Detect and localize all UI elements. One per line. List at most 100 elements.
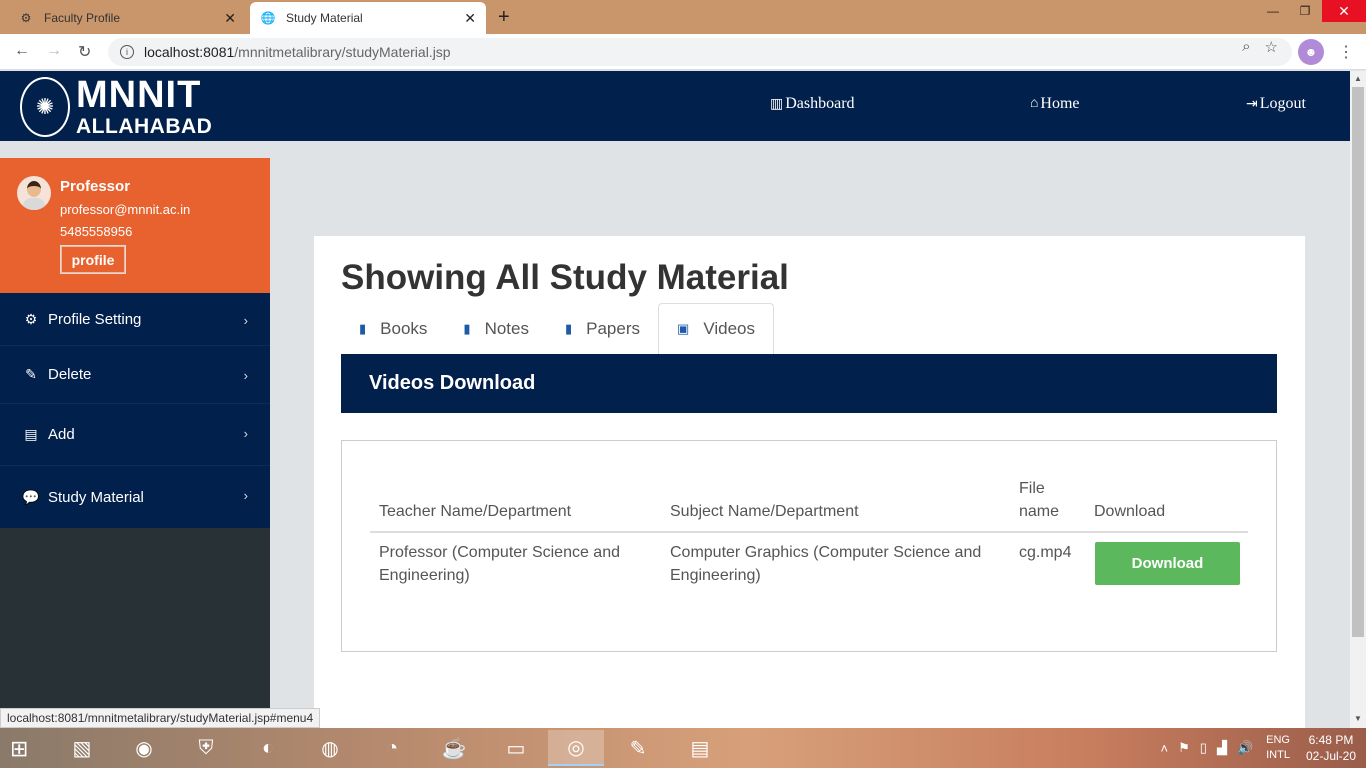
table-header-subject: Subject Name/Department [670, 503, 859, 520]
globe-icon: 🌐 [260, 11, 276, 25]
notepad-app-icon[interactable]: ▧ [54, 730, 110, 766]
profile-email: professor@mnnit.ac.in [60, 202, 191, 217]
book-icon: ▮ [463, 320, 471, 336]
close-tab-icon[interactable]: ✕ [224, 10, 236, 27]
logo-line-2: ALLAHABAD [76, 115, 213, 138]
language-indicator[interactable]: ENG INTL [1266, 733, 1290, 763]
tray-expand-icon[interactable]: ˄ [1161, 741, 1169, 756]
browser-tab-strip: ⚙ Faculty Profile ✕ 🌐 Study Material ✕ +… [0, 0, 1366, 34]
file-explorer-icon[interactable]: ▭ [488, 730, 544, 766]
nav-dashboard-link[interactable]: ▥ Dashboard [770, 95, 855, 113]
scroll-down-icon[interactable]: ▼ [1354, 714, 1362, 723]
sidebar-item-label: Add [48, 426, 75, 443]
page-favicon-icon: ⚙ [20, 11, 32, 25]
comments-icon: 💬 [22, 488, 40, 505]
restore-icon[interactable]: ❐ [1290, 0, 1320, 22]
download-button[interactable]: Download [1095, 542, 1240, 585]
chrome-app-icon[interactable]: ◎ [548, 730, 604, 766]
tab-label: Papers [586, 318, 641, 338]
eclipse-app-icon[interactable]: ◐ [240, 730, 296, 766]
nav-home-link[interactable]: ⌂ Home [1030, 95, 1080, 113]
windows-start-icon[interactable]: ⊞ [10, 736, 28, 762]
url-host: localhost:8081 [144, 44, 235, 60]
firefox-app-icon[interactable]: ◍ [302, 730, 358, 766]
browser-tab-study-material[interactable]: 🌐 Study Material ✕ [250, 2, 486, 34]
sidebar-item-label: Delete [48, 366, 92, 383]
table-cell-teacher: Professor (Computer Science and Engineer… [379, 544, 620, 584]
profile-card: Professor professor@mnnit.ac.in 54855589… [0, 158, 270, 293]
lang-layout: INTL [1266, 749, 1290, 761]
close-window-icon[interactable]: ✕ [1322, 0, 1366, 22]
tab-label: Books [380, 318, 428, 338]
home-icon: ⌂ [1030, 96, 1039, 111]
chevron-right-icon: › [243, 313, 248, 328]
image-icon: ▣ [677, 321, 690, 336]
sidebar: Professor professor@mnnit.ac.in 54855589… [0, 158, 270, 728]
header-divider [370, 531, 1248, 533]
profile-name: Professor [60, 178, 131, 195]
tools-app-icon[interactable]: ◉ [116, 730, 172, 766]
mnnit-logo[interactable]: ✺ MNNIT ALLAHABAD [20, 76, 212, 137]
zoom-icon[interactable]: ⌕ [1242, 38, 1250, 56]
tab-papers[interactable]: ▮ Papers [547, 303, 658, 354]
sidebar-item-delete[interactable]: ✎ Delete › [0, 346, 270, 404]
book-icon: ▮ [564, 320, 573, 336]
bar-chart-icon: ▥ [770, 96, 784, 112]
tab-label: Notes [484, 318, 529, 338]
pencil-icon: ✎ [25, 366, 37, 382]
profile-avatar-icon[interactable]: ☻ [1298, 39, 1324, 65]
scroll-up-icon[interactable]: ▲ [1354, 74, 1362, 83]
tab-books[interactable]: ▮ Books [341, 303, 445, 354]
nav-label: Dashboard [785, 95, 855, 112]
window-app-icon[interactable]: ▤ [672, 730, 728, 766]
security-shield-icon[interactable]: ⛨ [178, 730, 234, 766]
flag-icon[interactable]: ⚑ [1178, 740, 1190, 756]
back-icon[interactable]: ← [14, 42, 30, 60]
menu-kebab-icon[interactable]: ⋮ [1338, 42, 1354, 62]
reload-icon[interactable]: ↻ [78, 42, 91, 62]
logo-line-1: MNNIT [76, 74, 202, 116]
bookmark-star-icon[interactable]: ☆ [1265, 38, 1278, 56]
browser-tab-title: Faculty Profile [44, 11, 121, 25]
tab-label: Videos [703, 319, 755, 338]
forward-icon[interactable]: → [46, 42, 62, 60]
chevron-right-icon: › [243, 426, 248, 441]
site-header: ✺ MNNIT ALLAHABAD ▥ Dashboard ⌂ Home ⇥ L… [0, 71, 1350, 141]
close-tab-icon[interactable]: ✕ [464, 10, 476, 27]
url-input[interactable]: i localhost:8081/mnnitmetalibrary/studyM… [108, 38, 1292, 66]
paint-app-icon[interactable]: ✎ [610, 730, 666, 766]
avatar [17, 176, 51, 210]
java-ide-app-icon[interactable]: ☕ [426, 730, 482, 766]
new-tab-icon[interactable]: + [498, 6, 510, 29]
pdf-app-icon[interactable]: ◔ [364, 730, 420, 766]
sidebar-item-study-material[interactable]: 💬 Study Material › [0, 466, 270, 528]
minimize-icon[interactable]: — [1258, 0, 1288, 22]
logout-icon: ⇥ [1246, 96, 1258, 112]
window-controls: — ❐ ✕ [1256, 0, 1366, 22]
profile-button[interactable]: profile [60, 245, 126, 274]
tab-videos[interactable]: ▣ Videos [658, 303, 774, 354]
table-header-file: File name [1019, 480, 1060, 520]
page-scrollbar[interactable]: ▲ ▼ [1350, 71, 1366, 728]
network-icon[interactable]: ▟ [1217, 740, 1227, 756]
sidebar-item-add[interactable]: ▤ Add › [0, 404, 270, 466]
nav-label: Home [1040, 95, 1080, 112]
logo-text: MNNIT ALLAHABAD [76, 76, 212, 137]
table-header-teacher: Teacher Name/Department [379, 503, 572, 520]
scroll-thumb[interactable] [1352, 87, 1364, 637]
chevron-right-icon: › [243, 368, 248, 383]
tab-notes[interactable]: ▮ Notes [445, 303, 547, 354]
browser-tab-faculty-profile[interactable]: ⚙ Faculty Profile ✕ [8, 2, 246, 34]
browser-tab-title: Study Material [286, 11, 363, 25]
nav-logout-link[interactable]: ⇥ Logout [1246, 95, 1306, 113]
clock-date: 02-Jul-20 [1305, 749, 1356, 763]
cogs-icon: ⚙ [24, 310, 38, 327]
table-header-download: Download [1094, 503, 1166, 520]
main-content: Showing All Study Material ▮ Books ▮ Not… [314, 236, 1305, 728]
address-bar: ← → ↻ i localhost:8081/mnnitmetalibrary/… [0, 34, 1366, 70]
volume-icon[interactable]: 🔊 [1237, 740, 1253, 756]
site-info-icon[interactable]: i [120, 45, 134, 59]
battery-icon[interactable]: ▯ [1200, 740, 1207, 756]
sidebar-item-profile-setting[interactable]: ⚙ Profile Setting › [0, 293, 270, 346]
clock[interactable]: 6:48 PM 02-Jul-20 [1306, 732, 1356, 764]
